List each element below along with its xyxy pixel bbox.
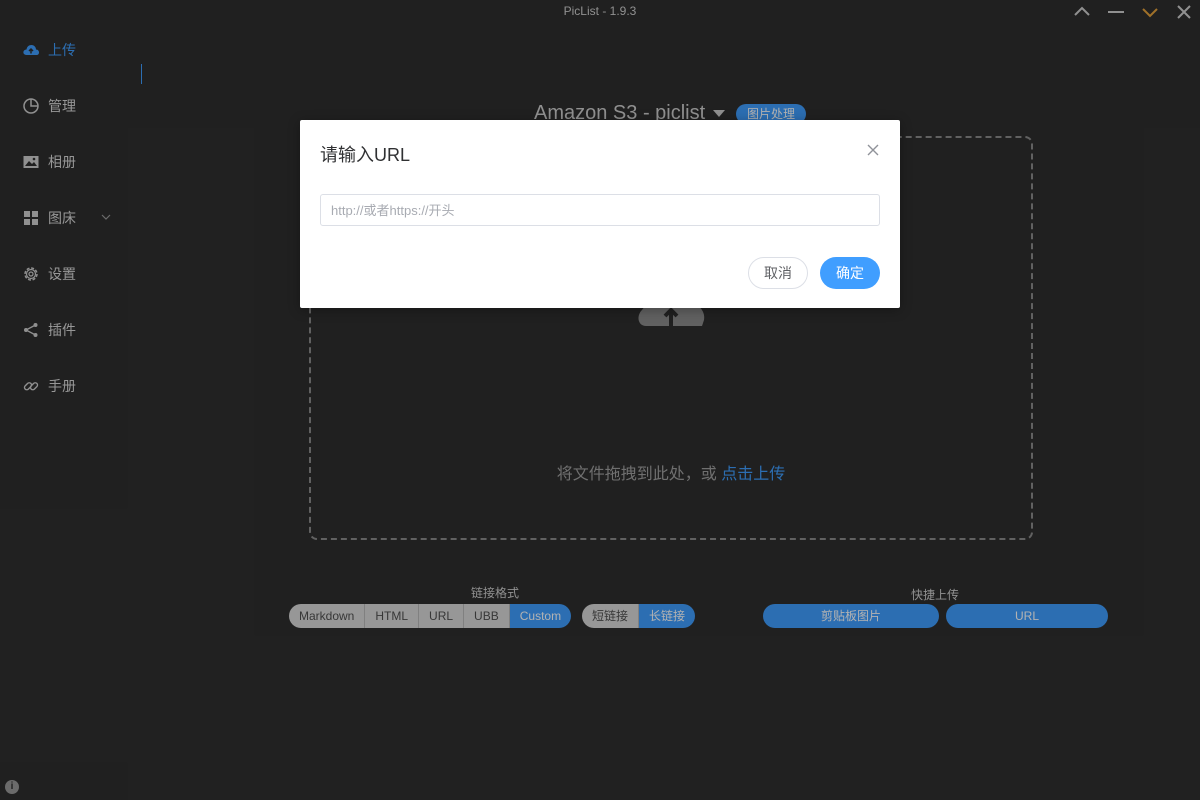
cancel-button[interactable]: 取消 (748, 257, 808, 289)
url-input-dialog: 请输入URL 取消 确定 (300, 120, 900, 308)
confirm-button[interactable]: 确定 (820, 257, 880, 289)
close-icon[interactable] (866, 143, 880, 157)
app-window: PicList - 1.9.3 上传 管理 相册 图床 设置 插件 手册 i A… (0, 0, 1200, 800)
url-input[interactable] (320, 194, 880, 226)
dialog-title: 请输入URL (320, 145, 411, 165)
